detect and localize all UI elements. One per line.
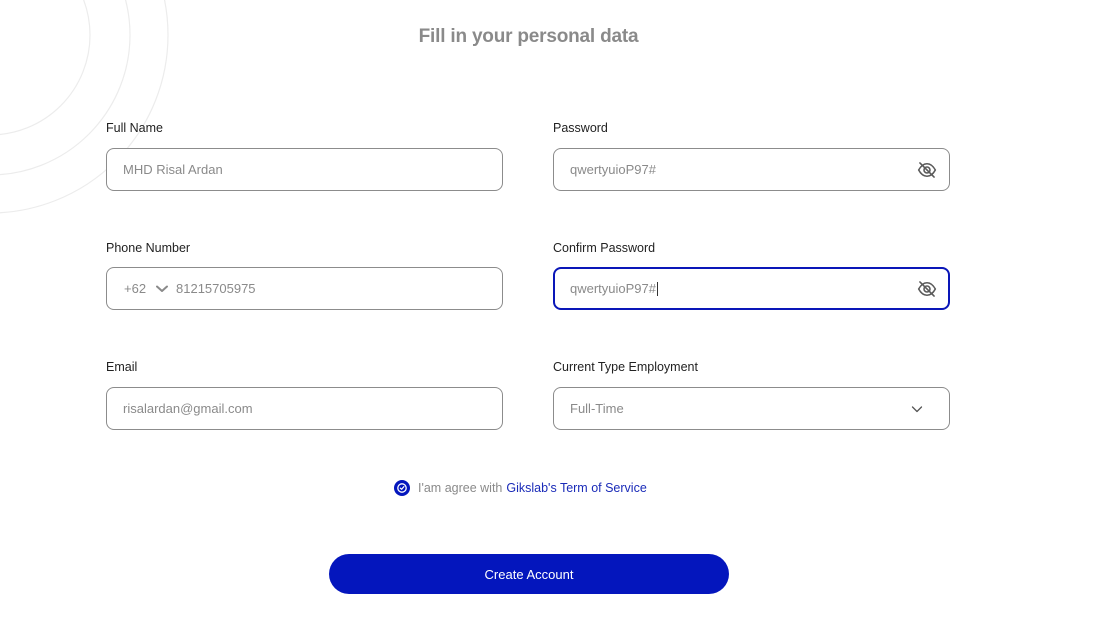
chevron-down-icon[interactable] — [156, 284, 168, 294]
page-title: Fill in your personal data — [418, 26, 639, 47]
phone-number-value: 81215705975 — [176, 281, 256, 296]
full-name-label: Full Name — [106, 121, 163, 135]
employment-select[interactable]: Full-Time — [553, 387, 950, 430]
create-account-button[interactable]: Create Account — [329, 554, 729, 594]
eye-off-icon[interactable] — [917, 279, 937, 299]
terms-of-service-link[interactable]: Gikslab's Term of Service — [506, 481, 646, 495]
full-name-value: MHD Risal Ardan — [123, 162, 223, 177]
checkbox-checked-icon[interactable] — [394, 480, 410, 496]
email-field[interactable]: risalardan@gmail.com — [106, 387, 503, 430]
employment-label: Current Type Employment — [553, 360, 698, 374]
chevron-down-icon — [911, 406, 923, 413]
full-name-field[interactable]: MHD Risal Ardan — [106, 148, 503, 191]
email-value: risalardan@gmail.com — [123, 401, 253, 416]
terms-text: I'am agree with — [418, 481, 503, 495]
email-label: Email — [106, 360, 138, 374]
text-caret — [657, 281, 658, 296]
confirm-password-value: qwertyuioP97# — [570, 281, 658, 296]
employment-selected-value: Full-Time — [570, 401, 624, 416]
eye-off-icon[interactable] — [917, 160, 937, 180]
country-code-select[interactable]: +62 — [124, 268, 146, 309]
password-field[interactable]: qwertyuioP97# — [553, 148, 950, 191]
password-label: Password — [553, 121, 608, 135]
confirm-password-field[interactable]: qwertyuioP97# — [553, 267, 950, 310]
signup-page: Fill in your personal data Full Name MHD… — [0, 0, 1107, 620]
confirm-password-label: Confirm Password — [553, 241, 656, 255]
phone-label: Phone Number — [106, 241, 191, 255]
phone-field[interactable]: +62 81215705975 — [106, 267, 503, 310]
password-value: qwertyuioP97# — [570, 162, 656, 177]
terms-agreement: I'am agree with Gikslab's Term of Servic… — [394, 479, 647, 497]
